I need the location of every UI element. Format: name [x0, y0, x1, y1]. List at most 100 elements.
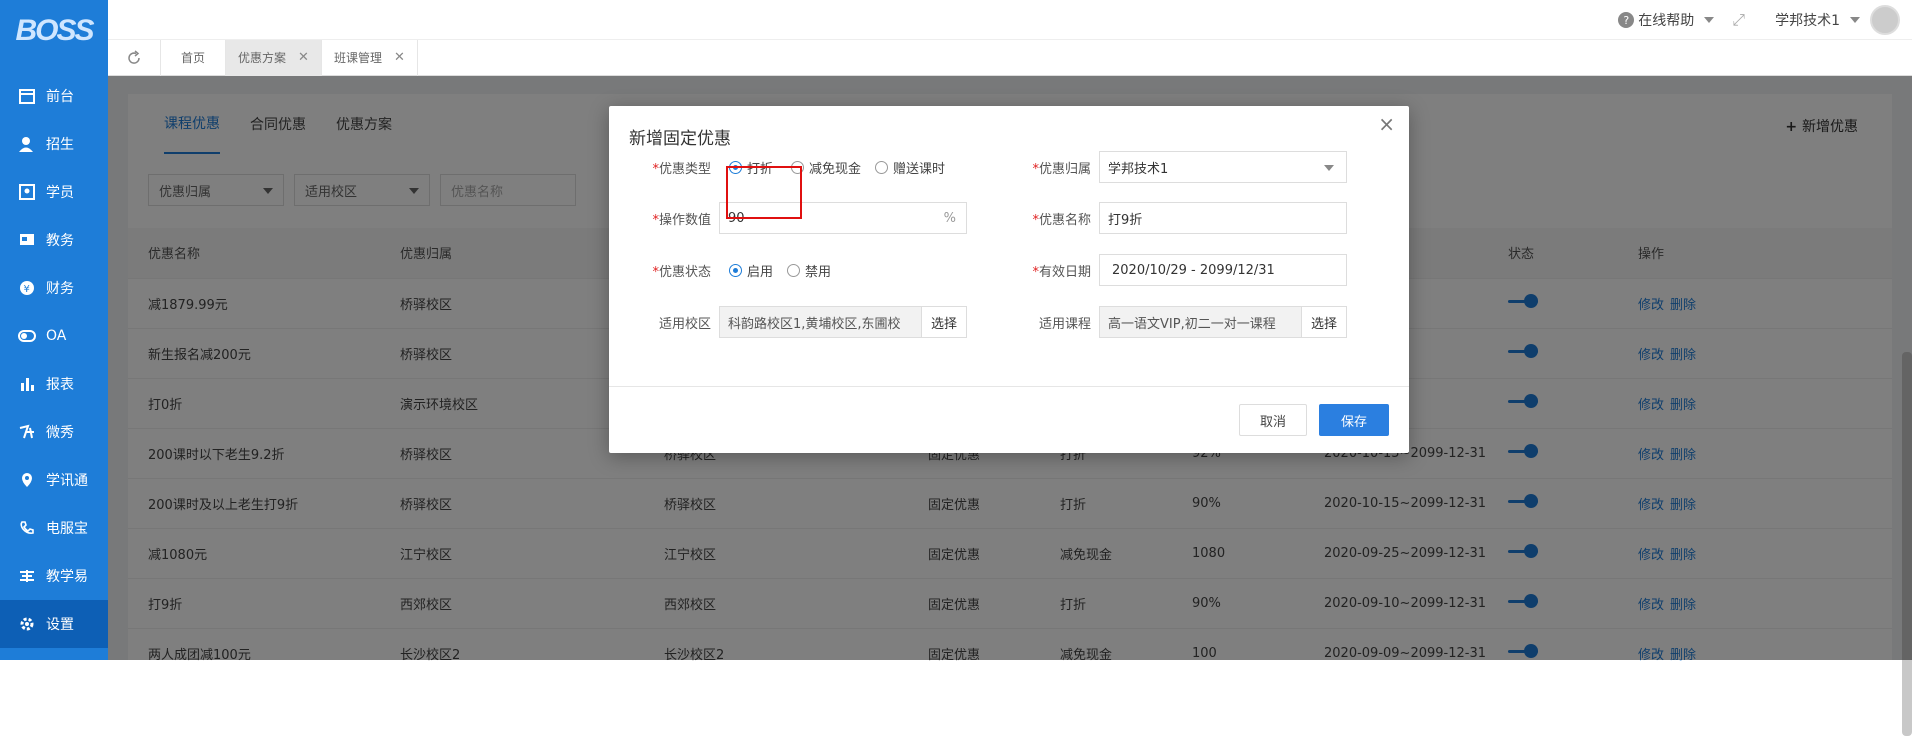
status-row: *优惠状态 启用 禁用: [639, 254, 845, 286]
choose-campus-button[interactable]: 选择: [921, 306, 967, 338]
sidebar-item-label: 微秀: [46, 422, 74, 442]
phone-icon: [18, 519, 36, 537]
sidebar-item-academic[interactable]: 教务: [0, 216, 108, 264]
bar-chart-icon: [18, 375, 36, 393]
sidebar-item-label: 学讯通: [46, 470, 88, 490]
tab-label: 班课管理: [334, 49, 382, 66]
sidebar-item-label: 前台: [46, 86, 74, 106]
status-label: *优惠状态: [639, 261, 711, 280]
sidebar-item-weixiu[interactable]: 微秀: [0, 408, 108, 456]
cancel-button[interactable]: 取消: [1239, 404, 1307, 436]
value-label: *操作数值: [639, 209, 711, 228]
user-name[interactable]: 学邦技术1: [1775, 10, 1840, 30]
label-text: 优惠名称: [1039, 213, 1091, 228]
sidebar-item-label: 教学易: [46, 566, 88, 586]
owner-select-value: 学邦技术1: [1108, 158, 1168, 177]
date-label: *有效日期: [1019, 261, 1091, 280]
label-text: 优惠状态: [659, 265, 711, 280]
board-icon: [18, 231, 36, 249]
campus-input-text: 科韵路校区1,黄埔校区,东圃校: [728, 313, 901, 332]
svg-text:¥: ¥: [24, 284, 30, 295]
choose-course-button[interactable]: 选择: [1301, 306, 1347, 338]
sidebar-item-label: 报表: [46, 374, 74, 394]
radio-label: 禁用: [805, 261, 831, 280]
gear-icon: [18, 615, 36, 633]
online-help-link[interactable]: 在线帮助: [1638, 10, 1694, 30]
label-text: 优惠归属: [1039, 162, 1091, 177]
xiu-icon: [18, 423, 36, 441]
value-row: *操作数值 90%: [639, 202, 967, 234]
label-text: 有效日期: [1039, 265, 1091, 280]
chevron-down-icon[interactable]: [1850, 17, 1860, 23]
sidebar-item-label: 招生: [46, 134, 74, 154]
radio-free-hours[interactable]: 赠送课时: [875, 158, 945, 177]
sidebar-item-label: 教务: [46, 230, 74, 250]
sidebar-item-reports[interactable]: 报表: [0, 360, 108, 408]
radio-label: 减免现金: [809, 158, 861, 177]
top-bar: ? 在线帮助 ⤢ 学邦技术1: [108, 0, 1912, 40]
sidebar-item-finance[interactable]: ¥ 财务: [0, 264, 108, 312]
close-icon[interactable]: ✕: [394, 50, 405, 65]
label-text: 优惠类型: [659, 162, 711, 177]
fullscreen-icon[interactable]: ⤢: [1732, 10, 1745, 30]
close-icon[interactable]: ×: [1378, 112, 1395, 136]
sidebar-item-label: 设置: [46, 614, 74, 634]
dialog-title: 新增固定优惠: [629, 124, 731, 149]
close-icon[interactable]: ✕: [298, 50, 309, 65]
date-range-input[interactable]: 2020/10/29 - 2099/12/31: [1099, 254, 1347, 286]
sidebar-item-xuexuntong[interactable]: 学讯通: [0, 456, 108, 504]
chevron-down-icon[interactable]: [1704, 17, 1714, 23]
percent-unit: %: [944, 211, 956, 226]
sidebar-item-label: 电服宝: [46, 518, 88, 538]
name-input-text: 打9折: [1108, 209, 1142, 228]
owner-row: *优惠归属 学邦技术1: [1019, 151, 1347, 183]
course-row: 适用课程 高一语文VIP,初二一对一课程 选择: [1019, 306, 1347, 338]
radio-enabled[interactable]: 启用: [729, 261, 773, 280]
tab-label: 首页: [181, 49, 205, 66]
course-input-text: 高一语文VIP,初二一对一课程: [1108, 313, 1276, 332]
user-add-icon: [18, 135, 36, 153]
date-range-text: 2020/10/29 - 2099/12/31: [1112, 263, 1275, 278]
calendar-icon: [18, 87, 36, 105]
radio-dot: [875, 161, 888, 174]
name-input[interactable]: 打9折: [1099, 202, 1347, 234]
refresh-icon[interactable]: [108, 40, 160, 76]
owner-select[interactable]: 学邦技术1: [1099, 151, 1347, 183]
date-row: *有效日期 2020/10/29 - 2099/12/31: [1019, 254, 1347, 286]
tab-discount-plan[interactable]: 优惠方案 ✕: [225, 40, 321, 76]
owner-label: *优惠归属: [1019, 158, 1091, 177]
sidebar-item-oa[interactable]: OA: [0, 312, 108, 360]
sidebar-item-jiaoxueyi[interactable]: 教学易: [0, 552, 108, 600]
radio-label: 赠送课时: [893, 158, 945, 177]
sidebar-item-settings[interactable]: 设置: [0, 600, 108, 648]
teach-icon: [18, 567, 36, 585]
radio-label: 启用: [747, 261, 773, 280]
tab-label: 优惠方案: [238, 49, 286, 66]
sidebar-item-label: 学员: [46, 182, 74, 202]
annotation-highlight-box: [726, 166, 802, 219]
course-input: 高一语文VIP,初二一对一课程: [1099, 306, 1301, 338]
sidebar-item-frontdesk[interactable]: 前台: [0, 72, 108, 120]
campus-row: 适用校区 科韵路校区1,黄埔校区,东圃校 选择: [639, 306, 967, 338]
radio-dot: [787, 264, 800, 277]
sidebar-item-students[interactable]: 学员: [0, 168, 108, 216]
name-label: *优惠名称: [1019, 209, 1091, 228]
location-icon: [18, 471, 36, 489]
campus-input: 科韵路校区1,黄埔校区,东圃校: [719, 306, 921, 338]
page-tabs: 首页 优惠方案 ✕ 班课管理 ✕: [108, 40, 1912, 76]
tab-home[interactable]: 首页: [160, 40, 225, 76]
tab-class-manage[interactable]: 班课管理 ✕: [321, 40, 418, 76]
sidebar-item-enroll[interactable]: 招生: [0, 120, 108, 168]
sidebar-item-dianfubao[interactable]: 电服宝: [0, 504, 108, 552]
radio-disabled[interactable]: 禁用: [787, 261, 831, 280]
add-fixed-discount-dialog: 新增固定优惠 × *优惠类型 打折 减免现金 赠送课时 *优惠归属 学邦技术1 …: [609, 106, 1409, 453]
logo: BOSS: [0, 0, 108, 62]
toggle-icon: [18, 327, 36, 345]
avatar[interactable]: [1870, 5, 1900, 35]
caret-down-icon: [1324, 165, 1334, 171]
save-button[interactable]: 保存: [1319, 404, 1389, 436]
yen-icon: ¥: [18, 279, 36, 297]
help-icon[interactable]: ?: [1618, 12, 1634, 28]
radio-dot: [729, 264, 742, 277]
sidebar-item-label: OA: [46, 328, 66, 344]
